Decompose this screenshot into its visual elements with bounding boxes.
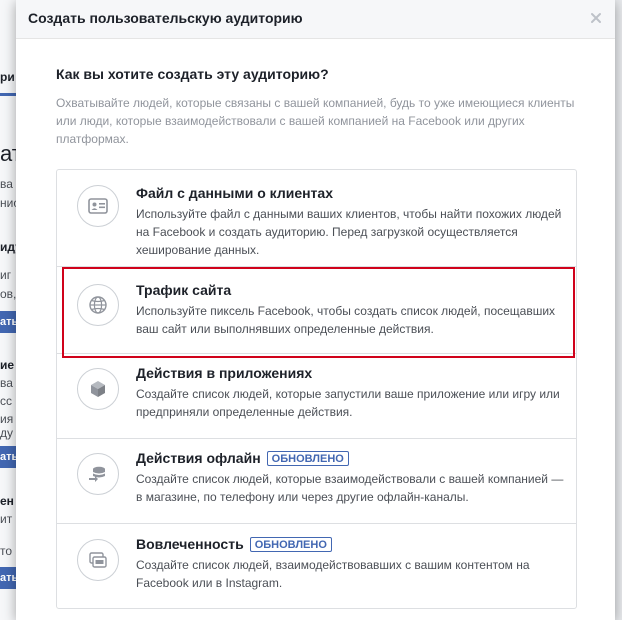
dialog-title: Создать пользовательскую аудиторию (28, 10, 303, 26)
bg-text: иг (0, 268, 12, 282)
option-description: Создайте список людей, которые запустили… (136, 387, 560, 419)
bg-text: иду (0, 240, 16, 254)
customer-file-icon (77, 185, 119, 227)
option-description: Создайте список людей, которые взаимодей… (136, 472, 564, 504)
updated-badge: ОБНОВЛЕНО (266, 451, 349, 466)
bg-tab-underline (0, 93, 16, 96)
option-engagement[interactable]: Вовлеченность ОБНОВЛЕНО Создайте список л… (57, 524, 576, 608)
background-page: ри ат ва нис иду иг ов, ать ие ва сс ия … (0, 0, 16, 620)
create-audience-dialog: Создать пользовательскую аудиторию Как в… (16, 0, 615, 620)
option-title: Файл с данными о клиентах (136, 185, 333, 201)
option-website-traffic[interactable]: Трафик сайта Используйте пиксель Faceboo… (57, 267, 576, 354)
bg-text: то (0, 544, 13, 558)
bg-button[interactable]: ать (0, 446, 16, 468)
option-app-activity[interactable]: Действия в приложениях Создайте список л… (57, 354, 576, 439)
option-title-row: Действия офлайн ОБНОВЛЕНО (136, 450, 349, 466)
bg-text: нис (0, 196, 16, 210)
bg-text: ит (0, 512, 13, 526)
option-offline-activity[interactable]: Действия офлайн ОБНОВЛЕНО Создайте список… (57, 439, 576, 524)
bg-text: ду (0, 426, 14, 440)
bg-tab-text: ри (0, 70, 15, 84)
offline-store-icon (77, 453, 119, 495)
bg-button[interactable]: ать (0, 311, 16, 333)
option-description: Используйте файл с данными ваших клиенто… (136, 207, 562, 257)
updated-badge: ОБНОВЛЕНО (249, 537, 332, 552)
bg-text: ия (0, 412, 14, 426)
bg-text: сс (0, 394, 12, 408)
audience-options-list: Файл с данными о клиентах Используйте фа… (56, 169, 577, 609)
option-customer-file[interactable]: Файл с данными о клиентах Используйте фа… (57, 170, 576, 267)
option-title: Трафик сайта (136, 282, 232, 298)
globe-icon (77, 284, 119, 326)
bg-text: ва (0, 376, 13, 390)
option-title: Действия офлайн (136, 450, 261, 466)
dialog-header: Создать пользовательскую аудиторию (16, 0, 615, 39)
bg-text: ен (0, 494, 14, 508)
bg-text: ов, (0, 287, 16, 301)
bg-text: ие (0, 358, 15, 372)
engagement-icon (77, 539, 119, 581)
dialog-question: Как вы хотите создать эту аудиторию? (56, 66, 329, 82)
option-title: Вовлеченность (136, 536, 244, 552)
app-cube-icon (77, 368, 119, 410)
bg-text: ва (0, 177, 13, 191)
option-title-row: Вовлеченность ОБНОВЛЕНО (136, 536, 332, 552)
bg-heading-text: ат (0, 141, 16, 166)
bg-button[interactable]: ать (0, 567, 16, 589)
option-description: Используйте пиксель Facebook, чтобы созд… (136, 304, 556, 336)
option-title: Действия в приложениях (136, 365, 313, 381)
dialog-description: Охватывайте людей, которые связаны с ваш… (56, 96, 575, 146)
option-description: Создайте список людей, взаимодействовавш… (136, 558, 530, 590)
close-icon[interactable] (589, 11, 603, 25)
